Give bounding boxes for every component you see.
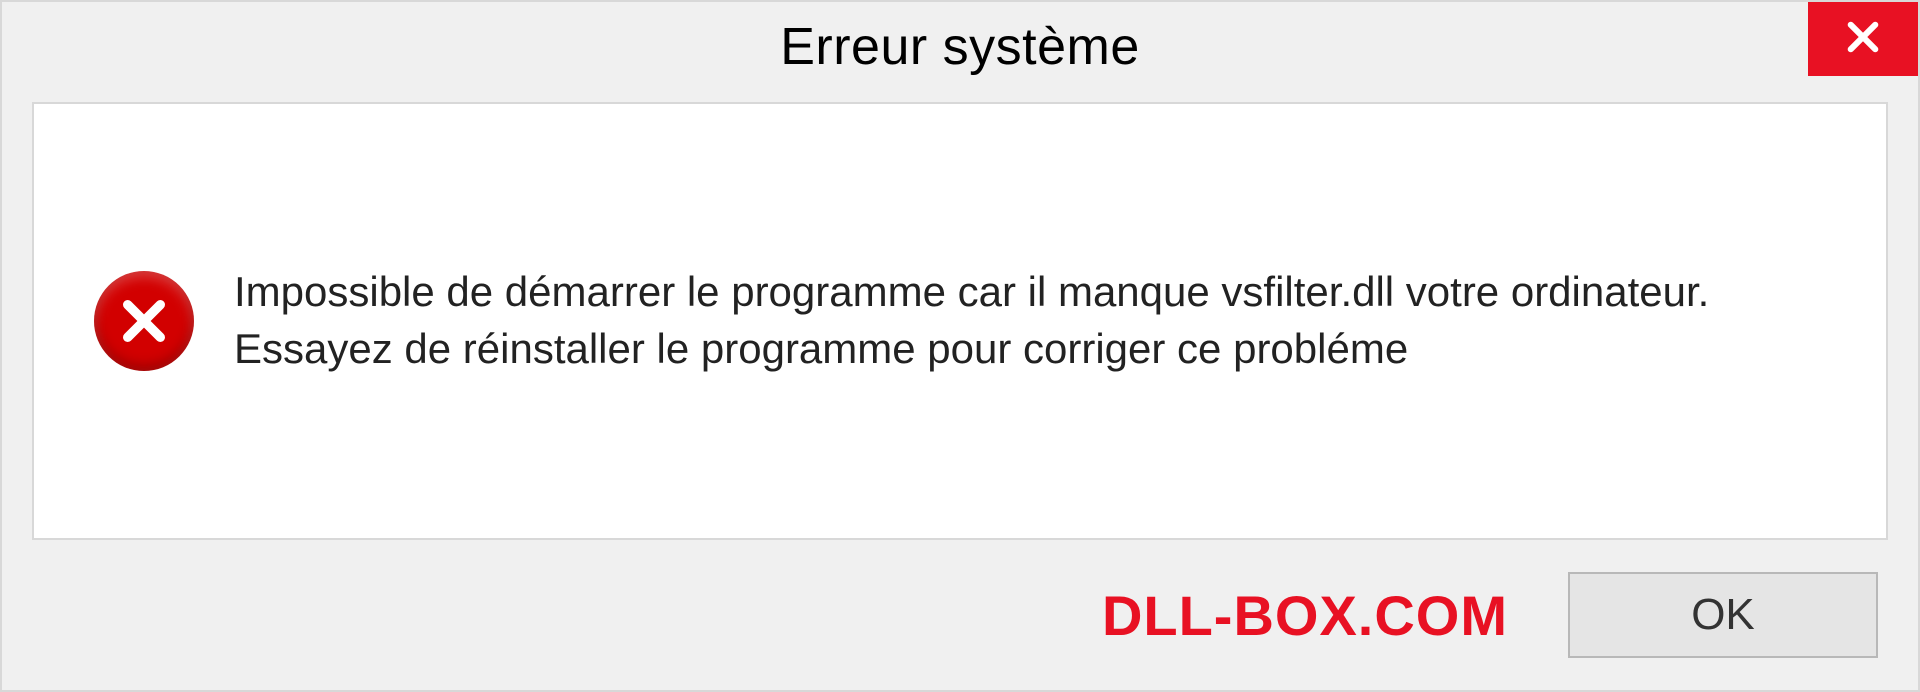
close-icon (1842, 16, 1884, 63)
error-message: Impossible de démarrer le programme car … (234, 264, 1774, 377)
brand-text: DLL-BOX.COM (1102, 583, 1508, 648)
ok-button-label: OK (1691, 590, 1755, 640)
dialog-footer: DLL-BOX.COM OK (2, 540, 1918, 690)
titlebar: Erreur système (2, 2, 1918, 92)
dialog-title: Erreur système (780, 17, 1140, 77)
error-dialog: Erreur système Impossible de démarrer le… (0, 0, 1920, 692)
ok-button[interactable]: OK (1568, 572, 1878, 658)
close-button[interactable] (1808, 2, 1918, 76)
content-panel: Impossible de démarrer le programme car … (32, 102, 1888, 540)
error-icon (94, 271, 194, 371)
